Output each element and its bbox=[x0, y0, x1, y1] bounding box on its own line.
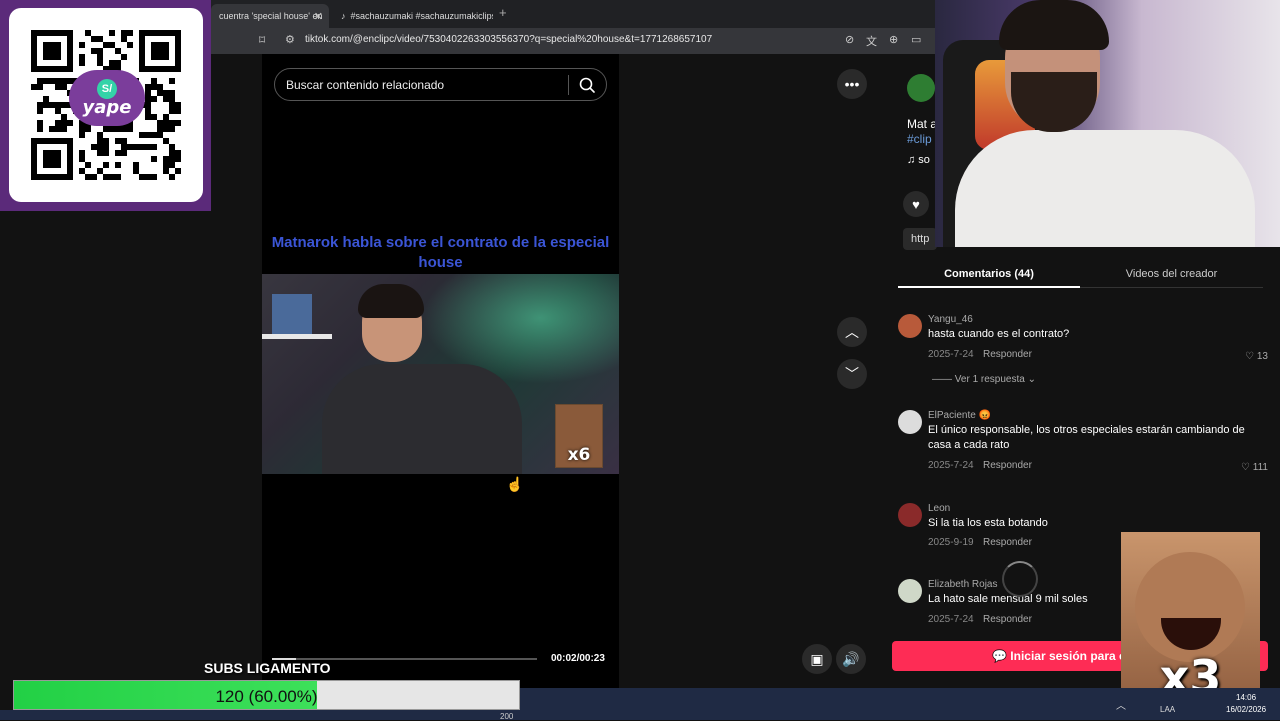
chevron-down-icon: ﹀ bbox=[845, 366, 859, 382]
next-video-button[interactable]: ﹀ bbox=[837, 359, 867, 389]
tab-title: cuentra 'special house' en bbox=[219, 11, 323, 21]
figure-toy bbox=[272, 294, 312, 334]
clock-date[interactable]: 16/02/2026 bbox=[1226, 705, 1266, 714]
pip-icon: ▣ bbox=[810, 650, 824, 667]
comment-date: 2025-9-19 bbox=[928, 537, 974, 548]
comment-username[interactable]: ElPaciente 😡 bbox=[928, 410, 991, 421]
streamer-shirt bbox=[955, 130, 1255, 247]
comment-username[interactable]: Elizabeth Rojas bbox=[928, 579, 997, 590]
comment-avatar[interactable] bbox=[898, 579, 922, 603]
comment-text: hasta cuando es el contrato? bbox=[928, 328, 1070, 340]
comment-date: 2025-7-24 bbox=[928, 349, 974, 360]
tab-comments[interactable]: Comentarios (44) bbox=[898, 262, 1080, 288]
mouse-cursor-icon: ☝ bbox=[506, 476, 524, 492]
comment-avatar[interactable] bbox=[898, 314, 922, 338]
cast-icon[interactable]: ▭ bbox=[911, 33, 921, 46]
tray-chevron-up-icon[interactable]: ︿ bbox=[1116, 697, 1126, 712]
description-hashtag[interactable]: #clip bbox=[907, 132, 932, 146]
streamer-hair bbox=[358, 284, 424, 318]
view-replies-button[interactable]: —— Ver 1 respuesta ⌄ bbox=[932, 374, 1036, 385]
like-count: 13 bbox=[1256, 351, 1268, 362]
heart-icon: ♥ bbox=[912, 196, 920, 212]
search-input[interactable]: Buscar contenido relacionado bbox=[286, 78, 444, 92]
tiktok-favicon-icon: ♪ bbox=[341, 11, 346, 21]
video-time: 00:02/00:23 bbox=[551, 653, 605, 664]
taskbar bbox=[520, 688, 1280, 720]
comment-avatar[interactable] bbox=[898, 410, 922, 434]
browser-tab-search[interactable]: cuentra 'special house' en ✕ bbox=[211, 4, 329, 28]
meme-badge-small: x6 bbox=[555, 404, 603, 468]
comment-text: Si la tia los esta botando bbox=[928, 517, 1048, 529]
page-left-margin bbox=[211, 54, 262, 688]
like-button[interactable]: ♥ bbox=[903, 191, 929, 217]
yape-brand-text: yape bbox=[82, 96, 132, 118]
tab-title: #sachauzumaki #sachauzumakiclips bbox=[350, 11, 494, 21]
streamer-body bbox=[322, 364, 522, 474]
subs-goal-label: SUBS LIGAMENTO bbox=[204, 660, 331, 676]
browser-tab-bar: cuentra 'special house' en ✕ ♪ #sachauzu… bbox=[211, 0, 935, 28]
related-search-box[interactable]: Buscar contenido relacionado bbox=[274, 68, 607, 101]
taskbar-left bbox=[0, 710, 520, 720]
video-caption: Matnarok habla sobre el contrato de la e… bbox=[271, 234, 610, 271]
new-tab-icon[interactable]: + bbox=[499, 5, 507, 20]
address-bar: ⌑ ⚙ tiktok.com/@enclipc/video/7530402263… bbox=[211, 28, 935, 54]
more-options-button[interactable]: ••• bbox=[837, 69, 867, 99]
clock-time[interactable]: 14:06 bbox=[1236, 693, 1256, 702]
webcam-overlay bbox=[935, 0, 1280, 247]
comment-item: Yangu_46 hasta cuando es el contrato? 20… bbox=[898, 314, 1268, 364]
subs-goal-bar: 120 (60.00%) bbox=[13, 680, 520, 710]
like-count: 111 bbox=[1252, 462, 1268, 473]
reader-mode-icon[interactable]: ⊘ bbox=[845, 33, 854, 46]
subs-goal-value: 120 (60.00%) bbox=[215, 687, 318, 706]
translate-icon[interactable]: 文 bbox=[866, 33, 877, 49]
heart-outline-icon: ♡ bbox=[1241, 462, 1253, 473]
comment-username[interactable]: Leon bbox=[928, 503, 950, 514]
more-icon: ••• bbox=[844, 76, 860, 92]
tab-close-icon[interactable]: ✕ bbox=[314, 10, 323, 23]
chevron-down-icon: ⌄ bbox=[1027, 374, 1036, 385]
shelf bbox=[262, 334, 332, 339]
video-description: Mat a bbox=[907, 117, 938, 131]
picture-in-picture-button[interactable]: ▣ bbox=[802, 644, 832, 674]
search-divider bbox=[568, 75, 569, 95]
zoom-icon[interactable]: ⊕ bbox=[889, 33, 898, 46]
yape-logo: S/ yape bbox=[69, 70, 145, 126]
search-icon[interactable] bbox=[577, 75, 597, 95]
comment-avatar[interactable] bbox=[898, 503, 922, 527]
comment-likes[interactable]: ♡ 111 bbox=[1241, 462, 1268, 473]
yape-mark: S/ bbox=[97, 78, 117, 99]
author-avatar[interactable] bbox=[907, 74, 935, 102]
meme-badge-label: x6 bbox=[567, 445, 591, 465]
chat-icon: 💬 bbox=[992, 649, 1011, 663]
volume-button[interactable]: 🔊 bbox=[836, 644, 866, 674]
replies-toggle-label: Ver 1 respuesta bbox=[954, 374, 1025, 385]
reply-button[interactable]: Responder bbox=[983, 614, 1032, 625]
tab-creator-videos[interactable]: Videos del creador bbox=[1080, 262, 1263, 288]
previous-video-button[interactable]: ︿ bbox=[837, 317, 867, 347]
comment-date: 2025-7-24 bbox=[928, 614, 974, 625]
heart-outline-icon: ♡ bbox=[1245, 351, 1257, 362]
language-indicator[interactable]: LAA bbox=[1160, 705, 1175, 714]
comment-date: 2025-7-24 bbox=[928, 460, 974, 471]
volume-icon: 🔊 bbox=[842, 650, 860, 667]
comment-likes[interactable]: ♡ 13 bbox=[1245, 351, 1268, 362]
comment-item: ElPaciente 😡 El único responsable, los o… bbox=[898, 410, 1268, 473]
streamer-hair bbox=[999, 0, 1109, 50]
music-label[interactable]: ♫ so bbox=[907, 154, 930, 166]
loading-spinner bbox=[1002, 561, 1038, 597]
comment-username[interactable]: Yangu_46 bbox=[928, 314, 973, 325]
site-info-icon[interactable]: ⚙ bbox=[285, 33, 295, 46]
qr-card: S/ yape bbox=[9, 8, 203, 202]
reply-button[interactable]: Responder bbox=[983, 349, 1032, 360]
comment-text: El único responsable, los otros especial… bbox=[928, 424, 1245, 451]
browser-tab-tiktok[interactable]: ♪ #sachauzumaki #sachauzumakiclips bbox=[333, 4, 493, 28]
copy-link-field[interactable]: http bbox=[903, 228, 937, 250]
url-field[interactable]: tiktok.com/@enclipc/video/75304022633035… bbox=[305, 34, 712, 45]
reply-button[interactable]: Responder bbox=[983, 460, 1032, 471]
chevron-up-icon: ︿ bbox=[845, 324, 859, 340]
reply-button[interactable]: Responder bbox=[983, 537, 1032, 548]
login-button-label: Iniciar sesión para c bbox=[1010, 649, 1126, 663]
bookmark-icon[interactable]: ⌑ bbox=[259, 33, 265, 47]
